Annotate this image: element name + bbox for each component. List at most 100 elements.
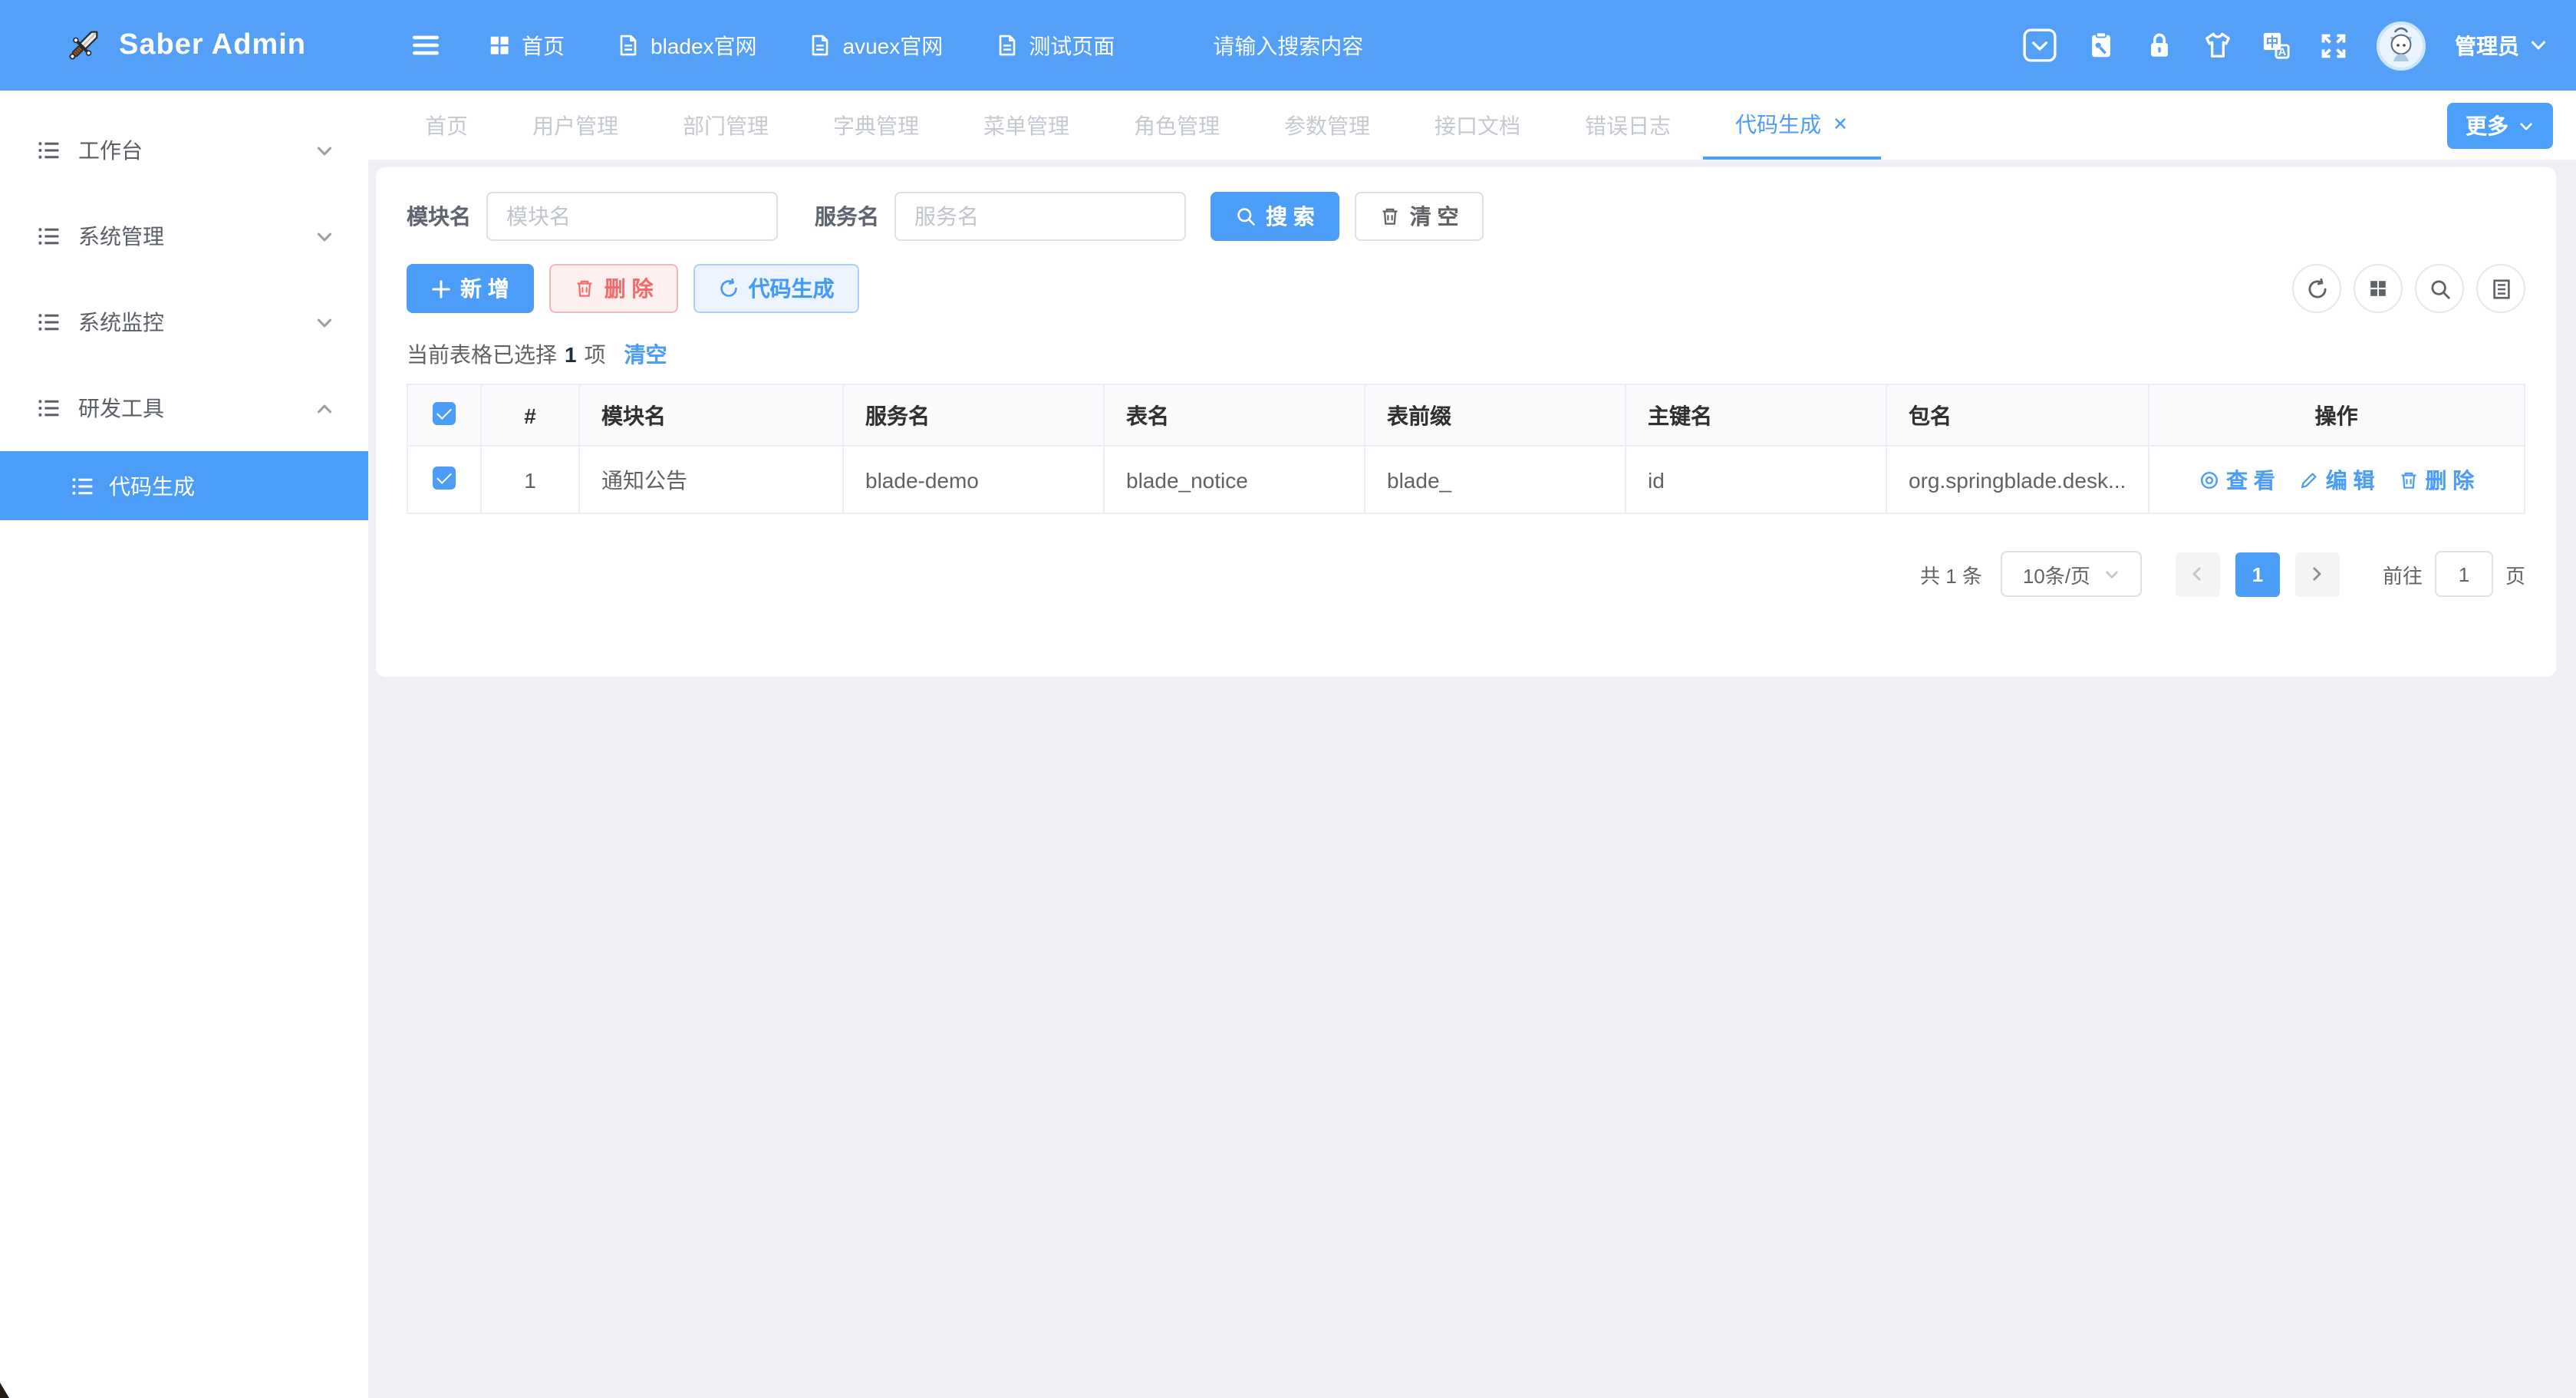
column-header-table: 表名 bbox=[1104, 384, 1365, 446]
top-menu-dropdown-button[interactable] bbox=[2022, 28, 2057, 63]
add-button[interactable]: 新 增 bbox=[407, 264, 534, 313]
trash-icon bbox=[574, 278, 595, 299]
view-link[interactable]: 查 看 bbox=[2199, 464, 2275, 495]
top-menu-label: 测试页面 bbox=[1029, 30, 1115, 61]
top-menu-item-home[interactable]: 首页 bbox=[488, 30, 565, 61]
tab-code-generation[interactable]: 代码生成 bbox=[1703, 91, 1881, 160]
fullscreen-button[interactable] bbox=[2320, 31, 2347, 59]
chevron-down-icon bbox=[315, 140, 334, 160]
sidebar-item-system-monitor[interactable]: 系统监控 bbox=[0, 279, 368, 365]
sidebar-item-code-generation[interactable]: 代码生成 bbox=[0, 451, 368, 520]
filter-row: 模块名 服务名 搜 索 清 空 bbox=[407, 192, 2525, 241]
global-search[interactable]: 请输入搜索内容 bbox=[1213, 30, 1363, 61]
row-actions: 查 看 编 辑 删 除 bbox=[2149, 464, 2524, 495]
user-menu[interactable]: 管理员 bbox=[2455, 30, 2548, 61]
page-number-1[interactable]: 1 bbox=[2235, 552, 2280, 596]
cell-package: org.springblade.desk... bbox=[1886, 446, 2148, 513]
theme-button[interactable] bbox=[2203, 31, 2232, 60]
top-menu-item-test[interactable]: 测试页面 bbox=[995, 30, 1115, 61]
data-table: # 模块名 服务名 表名 表前缀 主键名 包名 操作 1 通知公告 bbox=[407, 384, 2525, 514]
view-link-label: 查 看 bbox=[2226, 464, 2275, 495]
sidebar-item-dev-tools[interactable]: 研发工具 bbox=[0, 365, 368, 451]
debug-tool-button[interactable] bbox=[2087, 31, 2116, 60]
clipboard-wrench-icon bbox=[2087, 31, 2116, 60]
goto-unit: 页 bbox=[2505, 559, 2525, 589]
tabs-more-button[interactable]: 更多 bbox=[2447, 103, 2553, 149]
delete-button-label: 删 除 bbox=[604, 273, 654, 304]
tab-param-management[interactable]: 参数管理 bbox=[1252, 91, 1402, 160]
select-all-checkbox[interactable] bbox=[433, 401, 456, 424]
grid-icon bbox=[2367, 278, 2389, 299]
refresh-icon bbox=[2305, 277, 2328, 300]
top-menu: 首页 bladex官网 avuex官网 测试页面 bbox=[488, 30, 1115, 61]
user-name: 管理员 bbox=[2455, 30, 2519, 61]
avatar-icon bbox=[2377, 21, 2426, 70]
search-button[interactable]: 搜 索 bbox=[1211, 192, 1339, 241]
table-header-row: # 模块名 服务名 表名 表前缀 主键名 包名 操作 bbox=[407, 384, 2525, 446]
edit-link[interactable]: 编 辑 bbox=[2298, 464, 2375, 495]
user-avatar[interactable] bbox=[2377, 21, 2426, 70]
caret-square-icon bbox=[2022, 28, 2057, 63]
page-size-select[interactable]: 10条/页 bbox=[2001, 551, 2142, 597]
sidebar-item-workbench[interactable]: 工作台 bbox=[0, 107, 368, 193]
language-button[interactable] bbox=[2261, 31, 2291, 60]
top-menu-item-bladex[interactable]: bladex官网 bbox=[617, 30, 757, 61]
cell-primary-key: id bbox=[1626, 446, 1886, 513]
sidebar-item-label: 系统管理 bbox=[78, 221, 164, 252]
density-button[interactable] bbox=[2476, 264, 2525, 313]
prev-page-button[interactable] bbox=[2176, 552, 2220, 596]
clear-button[interactable]: 清 空 bbox=[1355, 192, 1484, 241]
lock-icon bbox=[2145, 31, 2174, 60]
table-row[interactable]: 1 通知公告 blade-demo blade_notice blade_ id… bbox=[407, 446, 2525, 513]
top-menu-item-avuex[interactable]: avuex官网 bbox=[809, 30, 944, 61]
tab-dept-management[interactable]: 部门管理 bbox=[651, 91, 801, 160]
tab-label: 字典管理 bbox=[833, 110, 919, 140]
search-button-label: 搜 索 bbox=[1266, 201, 1315, 232]
tab-api-docs[interactable]: 接口文档 bbox=[1402, 91, 1553, 160]
column-header-prefix: 表前缀 bbox=[1365, 384, 1626, 446]
top-menu-label: bladex官网 bbox=[651, 30, 757, 61]
top-menu-label: avuex官网 bbox=[843, 30, 944, 61]
app-root: Saber Admin 首页 bladex官网 avuex官网 测试页面 请输入 bbox=[0, 0, 2576, 1398]
tab-role-management[interactable]: 角色管理 bbox=[1102, 91, 1252, 160]
column-settings-button[interactable] bbox=[2354, 264, 2403, 313]
sidebar-item-label: 研发工具 bbox=[78, 393, 164, 424]
refresh-table-button[interactable] bbox=[2292, 264, 2341, 313]
add-button-label: 新 增 bbox=[460, 273, 509, 304]
code-generate-button[interactable]: 代码生成 bbox=[693, 264, 859, 313]
sidebar: 工作台 系统管理 系统监控 研发工具 代码生成 bbox=[0, 91, 368, 1398]
refresh-icon bbox=[718, 278, 740, 299]
chevron-down-icon bbox=[2518, 117, 2535, 134]
delete-link[interactable]: 删 除 bbox=[2398, 464, 2475, 495]
goto-label: 前往 bbox=[2383, 559, 2423, 589]
translate-icon bbox=[2261, 31, 2291, 60]
selection-clear-link[interactable]: 清空 bbox=[624, 339, 667, 370]
tab-home[interactable]: 首页 bbox=[393, 91, 500, 160]
next-page-button[interactable] bbox=[2295, 552, 2340, 596]
sidebar-item-system-management[interactable]: 系统管理 bbox=[0, 193, 368, 279]
cursor-artifact bbox=[0, 1383, 9, 1398]
column-header-service: 服务名 bbox=[843, 384, 1104, 446]
document-list-icon bbox=[2489, 277, 2512, 300]
tab-bar: 首页 用户管理 部门管理 字典管理 菜单管理 角色管理 参数管理 接口文档 错误… bbox=[368, 91, 2576, 161]
tab-dict-management[interactable]: 字典管理 bbox=[801, 91, 951, 160]
tab-close-button[interactable] bbox=[1832, 115, 1849, 132]
module-name-input[interactable] bbox=[486, 192, 778, 241]
sidebar-collapse-button[interactable] bbox=[410, 29, 442, 61]
document-icon bbox=[809, 34, 832, 57]
toggle-search-button[interactable] bbox=[2415, 264, 2464, 313]
lock-screen-button[interactable] bbox=[2145, 31, 2174, 60]
pagination-total: 共 1 条 bbox=[1920, 559, 1982, 589]
tab-label: 部门管理 bbox=[683, 110, 769, 140]
tab-menu-management[interactable]: 菜单管理 bbox=[951, 91, 1102, 160]
service-name-input[interactable] bbox=[894, 192, 1186, 241]
tab-user-management[interactable]: 用户管理 bbox=[500, 91, 651, 160]
tab-error-log[interactable]: 错误日志 bbox=[1553, 91, 1703, 160]
list-menu-icon bbox=[37, 310, 61, 335]
row-checkbox[interactable] bbox=[433, 466, 456, 489]
delete-button[interactable]: 删 除 bbox=[549, 264, 678, 313]
goto-page-input[interactable] bbox=[2435, 551, 2493, 597]
sidebar-item-label: 系统监控 bbox=[78, 307, 164, 338]
tab-label: 参数管理 bbox=[1284, 110, 1370, 140]
header-right-toolbar: 管理员 bbox=[2022, 21, 2576, 70]
